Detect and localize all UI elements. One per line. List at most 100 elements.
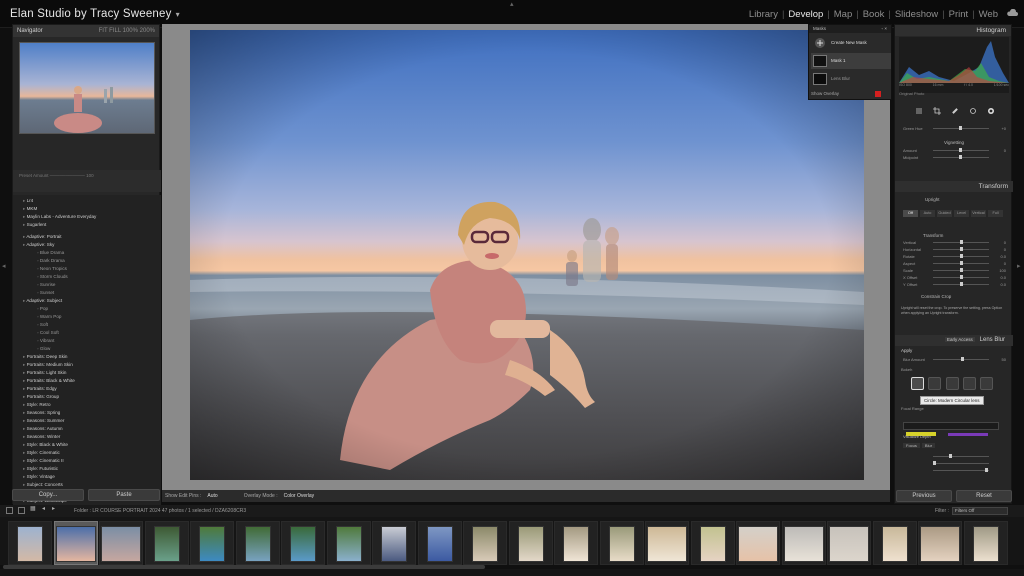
transform-horizontal-slider[interactable]: Horizontal 0 (899, 246, 1009, 253)
back-arrow-icon[interactable]: ◂ (42, 506, 49, 514)
forward-arrow-icon[interactable]: ▸ (52, 506, 59, 514)
slider-value[interactable]: 0.0 (1000, 282, 1006, 287)
transform-header[interactable]: Transform (895, 181, 1013, 192)
bokeh-circle-icon[interactable] (911, 377, 924, 390)
filmstrip-thumbnail[interactable] (827, 521, 871, 565)
filmstrip-thumbnail[interactable] (281, 521, 325, 565)
navigator-header[interactable]: Navigator FIT FILL 100% 200% (13, 25, 159, 37)
filmstrip-thumbnail[interactable] (417, 521, 462, 565)
lens-blur-mask-item[interactable]: Lens Blur (811, 71, 891, 87)
main-photo[interactable] (190, 30, 864, 480)
module-web[interactable]: Web (979, 9, 998, 20)
preset-group[interactable]: ▸ Portraits: Medium Skin (23, 361, 161, 369)
bokeh-5-blade-icon[interactable] (945, 377, 959, 390)
refine-slider-3[interactable] (899, 467, 1009, 474)
preset-group[interactable]: ▸ Portraits: Light Skin (23, 369, 161, 377)
preset-group[interactable]: ▸ Seasons: Summer (23, 417, 161, 425)
upright-guided-button[interactable]: Guided (937, 210, 952, 217)
top-panel-toggle-icon[interactable]: ▴ (510, 0, 516, 12)
preset-group[interactable]: ▸ Lr4 (23, 197, 161, 205)
preset-item[interactable]: ▫ Glow (23, 345, 161, 353)
preset-item[interactable]: ▫ Vibrant (23, 337, 161, 345)
filmstrip-source[interactable]: Folder : LR COURSE PORTRAIT 2024 47 phot… (74, 508, 246, 514)
refine-slider-2[interactable] (899, 460, 1009, 467)
filmstrip-scrollbar[interactable] (0, 565, 1024, 569)
preset-group[interactable]: ▸ Portraits: Deep Skin (23, 353, 161, 361)
preset-group[interactable]: ▸ Adaptive: Sky (23, 241, 161, 249)
transform-aspect-slider[interactable]: Aspect 0 (899, 260, 1009, 267)
upright-auto-button[interactable]: Auto (920, 210, 935, 217)
filmstrip-thumbnail[interactable] (736, 521, 780, 565)
preset-item[interactable]: ▫ Storm Clouds (23, 273, 161, 281)
preset-group[interactable]: ▸ Portraits: Group (23, 393, 161, 401)
module-develop[interactable]: Develop (788, 9, 823, 20)
slider-value[interactable]: 0 (1004, 247, 1006, 252)
show-edit-pins-select[interactable]: Auto (207, 493, 217, 499)
upright-vertical-button[interactable]: Vertical (971, 210, 986, 217)
vignette-midpoint-slider[interactable]: Midpoint (899, 154, 1009, 161)
filmstrip-thumbnail[interactable] (463, 521, 507, 565)
slider-knob[interactable] (960, 254, 963, 258)
preset-item[interactable]: ▫ Cool Soft (23, 329, 161, 337)
preset-group[interactable]: ▸ Seasons: Winter (23, 433, 161, 441)
grid-view-icon[interactable]: ▦ (30, 506, 37, 514)
module-slideshow[interactable]: Slideshow (895, 9, 938, 20)
filmstrip-thumbnail[interactable] (872, 521, 917, 565)
preset-group[interactable]: ▸ Style: Vintage (23, 473, 161, 481)
apply-checkbox[interactable]: Apply (901, 348, 912, 353)
filmstrip-thumbnail[interactable] (372, 521, 416, 565)
red-eye-icon[interactable] (969, 107, 977, 115)
identity-plate[interactable]: Elan Studio by Tracy Sweeney ▾ (10, 8, 180, 20)
left-panel-toggle-icon[interactable]: ◂ (2, 262, 8, 274)
preset-item[interactable]: ▫ Warm Pop (23, 313, 161, 321)
filmstrip-thumbnail[interactable] (781, 521, 826, 565)
slider-knob[interactable] (960, 275, 963, 279)
overlay-mode-select[interactable]: Color Overlay (284, 493, 315, 499)
lens-blur-header[interactable]: Early Access Lens Blur (895, 335, 1013, 346)
slider-value[interactable]: 0 (1004, 261, 1006, 266)
focal-range-bar[interactable] (903, 422, 999, 436)
cloud-sync-icon[interactable] (1006, 9, 1018, 17)
original-photo-toggle[interactable]: Original Photo (899, 91, 924, 96)
preset-group[interactable]: ▸ Seasons: Spring (23, 409, 161, 417)
constrain-crop-checkbox[interactable]: Constrain Crop (921, 294, 951, 299)
filmstrip-thumbnail[interactable] (554, 521, 598, 565)
navigator-zoom-options[interactable]: FIT FILL 100% 200% (99, 28, 155, 34)
upright-full-button[interactable]: Full (988, 210, 1003, 217)
module-book[interactable]: Book (863, 9, 885, 20)
filmstrip-thumbnail[interactable] (963, 521, 1008, 565)
upright-level-button[interactable]: Level (954, 210, 969, 217)
bokeh-bubble-icon[interactable] (928, 377, 942, 390)
transform-rotate-slider[interactable]: Rotate 0.0 (899, 253, 1009, 260)
blur-button[interactable]: Blur (921, 443, 936, 448)
crop-icon[interactable] (933, 107, 941, 115)
overlay-color-swatch[interactable] (875, 91, 881, 97)
green-hue-slider[interactable]: Green Hue +0 (899, 125, 1009, 132)
copy-button[interactable]: Copy... (12, 489, 84, 501)
visualize-depth-checkbox[interactable]: Visualize Depth (903, 434, 931, 439)
filmstrip-thumbnail[interactable] (144, 521, 189, 565)
refine-slider-1[interactable] (899, 453, 1009, 460)
upright-off-button[interactable]: Off (903, 210, 918, 217)
slider-value[interactable]: 100 (999, 268, 1006, 273)
focus-button[interactable]: Focus (903, 443, 920, 448)
preset-item[interactable]: ▫ Blue Drama (23, 249, 161, 257)
module-print[interactable]: Print (949, 9, 969, 20)
previous-button[interactable]: Previous (896, 490, 952, 502)
transform-y-offset-slider[interactable]: Y Offset 0.0 (899, 281, 1009, 288)
preset-group[interactable]: ▸ Style: Black & White (23, 441, 161, 449)
blur-amount-slider[interactable]: Blur Amount 50 (899, 356, 1009, 363)
filmstrip-thumbnail[interactable] (53, 521, 98, 565)
filmstrip-thumbnail[interactable] (508, 521, 553, 565)
edit-sliders-icon[interactable] (915, 107, 923, 115)
preset-group[interactable]: ▸ Adaptive: Subject (23, 297, 161, 305)
masking-icon[interactable] (987, 107, 995, 115)
preset-group[interactable]: ▸ Portraits: Edgy (23, 385, 161, 393)
masks-panel-options-icon[interactable]: ◦ × (882, 26, 887, 32)
filmstrip-thumbnail[interactable] (918, 521, 962, 565)
preset-group[interactable]: ▸ Portraits: Black & White (23, 377, 161, 385)
preset-item[interactable]: ▫ Pop (23, 305, 161, 313)
slider-knob[interactable] (960, 240, 963, 244)
bokeh-cat-eye-icon[interactable] (980, 377, 993, 390)
module-map[interactable]: Map (834, 9, 852, 20)
